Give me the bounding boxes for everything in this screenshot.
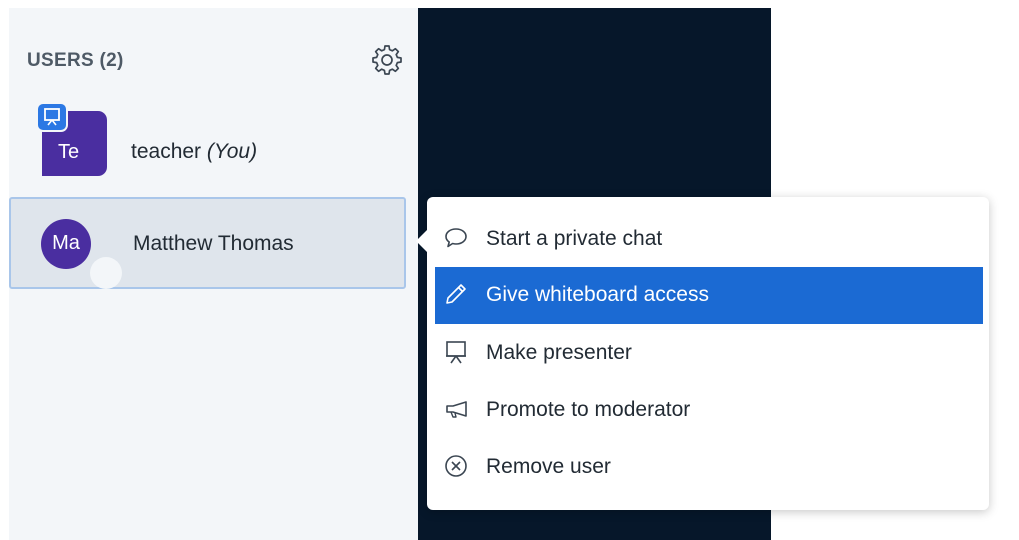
chat-bubble-icon [443, 225, 469, 251]
user-name-text: teacher [131, 140, 202, 163]
menu-item-start-private-chat[interactable]: Start a private chat [435, 211, 983, 268]
menu-item-give-whiteboard-access[interactable]: Give whiteboard access [435, 267, 983, 324]
menu-item-label: Remove user [486, 455, 611, 478]
you-tag: (You) [206, 140, 258, 163]
gear-icon[interactable] [371, 44, 403, 76]
meeting-window: USERS (2) Te teacher (You) Ma Matthew Th… [0, 0, 1019, 540]
user-name: teacher (You) [131, 140, 257, 164]
presentation-screen-icon [443, 339, 469, 365]
users-panel-title: USERS (2) [27, 50, 124, 71]
close-circle-icon [443, 453, 469, 479]
menu-item-label: Make presenter [486, 341, 632, 364]
pencil-icon [443, 281, 469, 307]
avatar: Ma [41, 219, 91, 269]
menu-item-label: Give whiteboard access [486, 283, 709, 306]
avatar-initials: Ma [52, 232, 80, 254]
menu-pointer [416, 230, 427, 252]
user-row-matthew-thomas[interactable]: Ma Matthew Thomas [9, 197, 406, 289]
presenter-icon [36, 102, 68, 132]
user-row-teacher[interactable]: Te teacher (You) [9, 100, 406, 192]
menu-item-promote-to-moderator[interactable]: Promote to moderator [435, 382, 983, 439]
users-panel: USERS (2) Te teacher (You) Ma Matthew Th… [9, 8, 418, 540]
avatar-initials: Te [58, 141, 80, 163]
megaphone-icon [443, 396, 469, 422]
menu-item-make-presenter[interactable]: Make presenter [435, 325, 983, 382]
user-name-text: Matthew Thomas [133, 232, 294, 255]
menu-item-label: Promote to moderator [486, 398, 691, 421]
menu-item-label: Start a private chat [486, 227, 663, 250]
status-indicator [90, 257, 122, 289]
menu-item-remove-user[interactable]: Remove user [435, 439, 983, 496]
user-context-menu: Start a private chat Give whiteboard acc… [416, 197, 989, 510]
